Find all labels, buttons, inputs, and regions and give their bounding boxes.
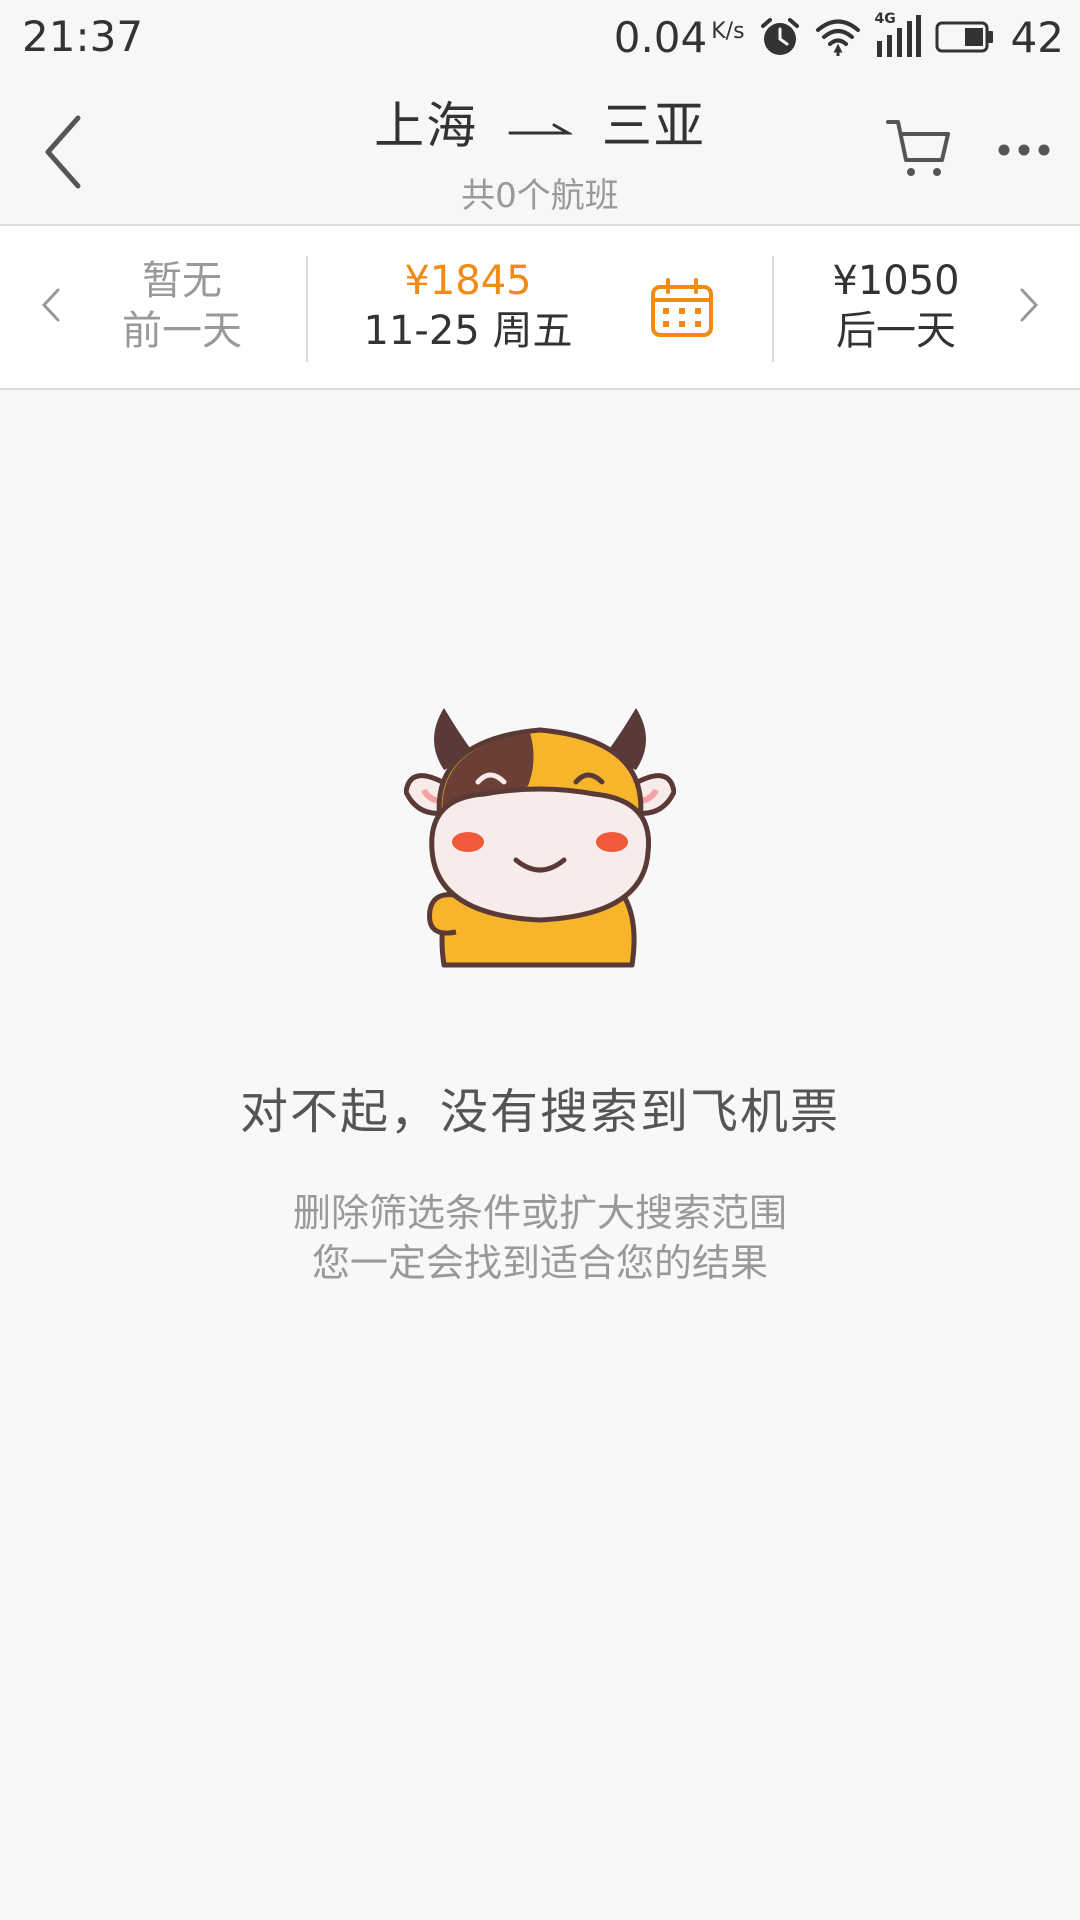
cart-icon[interactable]	[884, 114, 954, 184]
status-right: 0.04 K/s 4G 42	[614, 11, 1064, 62]
nav-header: 上海 三亚 共0个航班	[0, 76, 1080, 226]
current-date[interactable]: ¥1845 11-25 周五	[330, 256, 606, 356]
wifi-icon	[815, 19, 860, 56]
origin-city: 上海	[374, 97, 479, 155]
empty-description: 删除筛选条件或扩大搜索范围 您一定会找到适合您的结果	[0, 1188, 1080, 1288]
empty-title: 对不起，没有搜索到飞机票	[239, 1084, 840, 1140]
chevron-right-icon[interactable]	[1016, 282, 1042, 328]
status-time: 21:37	[22, 12, 144, 61]
date-bar: 暂无 前一天 ¥1845 11-25 周五 ¥1050 后一天	[0, 226, 1080, 390]
destination-city: 三亚	[601, 97, 706, 155]
prev-day-button[interactable]: 暂无 前一天	[72, 256, 292, 356]
cow-mascot-icon	[404, 708, 676, 968]
screen: 21:37 0.04 K/s 4G 42 上海 三亚 共0个航班 暂无 前一天 …	[0, 0, 1080, 1920]
calendar-icon[interactable]	[650, 278, 714, 338]
divider	[772, 256, 774, 362]
status-bar: 21:37 0.04 K/s 4G 42	[0, 0, 1080, 76]
net-speed: 0.04 K/s	[614, 13, 745, 62]
chevron-left-icon[interactable]	[38, 282, 64, 328]
net-speed-unit: K/s	[711, 18, 745, 44]
battery-icon	[935, 21, 993, 53]
alarm-icon	[760, 18, 799, 55]
current-date-label: 11-25 周五	[363, 308, 573, 354]
prev-day-price: 暂无	[142, 258, 222, 304]
next-day-button[interactable]: ¥1050 后一天	[786, 256, 1006, 356]
empty-desc-line-2: 您一定会找到适合您的结果	[311, 1241, 768, 1285]
route-arrow-icon	[508, 123, 572, 134]
net-speed-value: 0.04	[613, 12, 708, 62]
prev-day-label: 前一天	[122, 308, 242, 354]
more-icon[interactable]	[996, 138, 1052, 162]
empty-desc-line-1: 删除筛选条件或扩大搜索范围	[292, 1191, 787, 1235]
next-day-label: 后一天	[836, 308, 956, 354]
battery-level: 42	[1010, 12, 1064, 62]
signal-icon: 4G	[875, 11, 921, 59]
divider	[306, 256, 308, 362]
current-date-price: ¥1845	[404, 258, 532, 304]
next-day-price: ¥1050	[832, 258, 960, 304]
